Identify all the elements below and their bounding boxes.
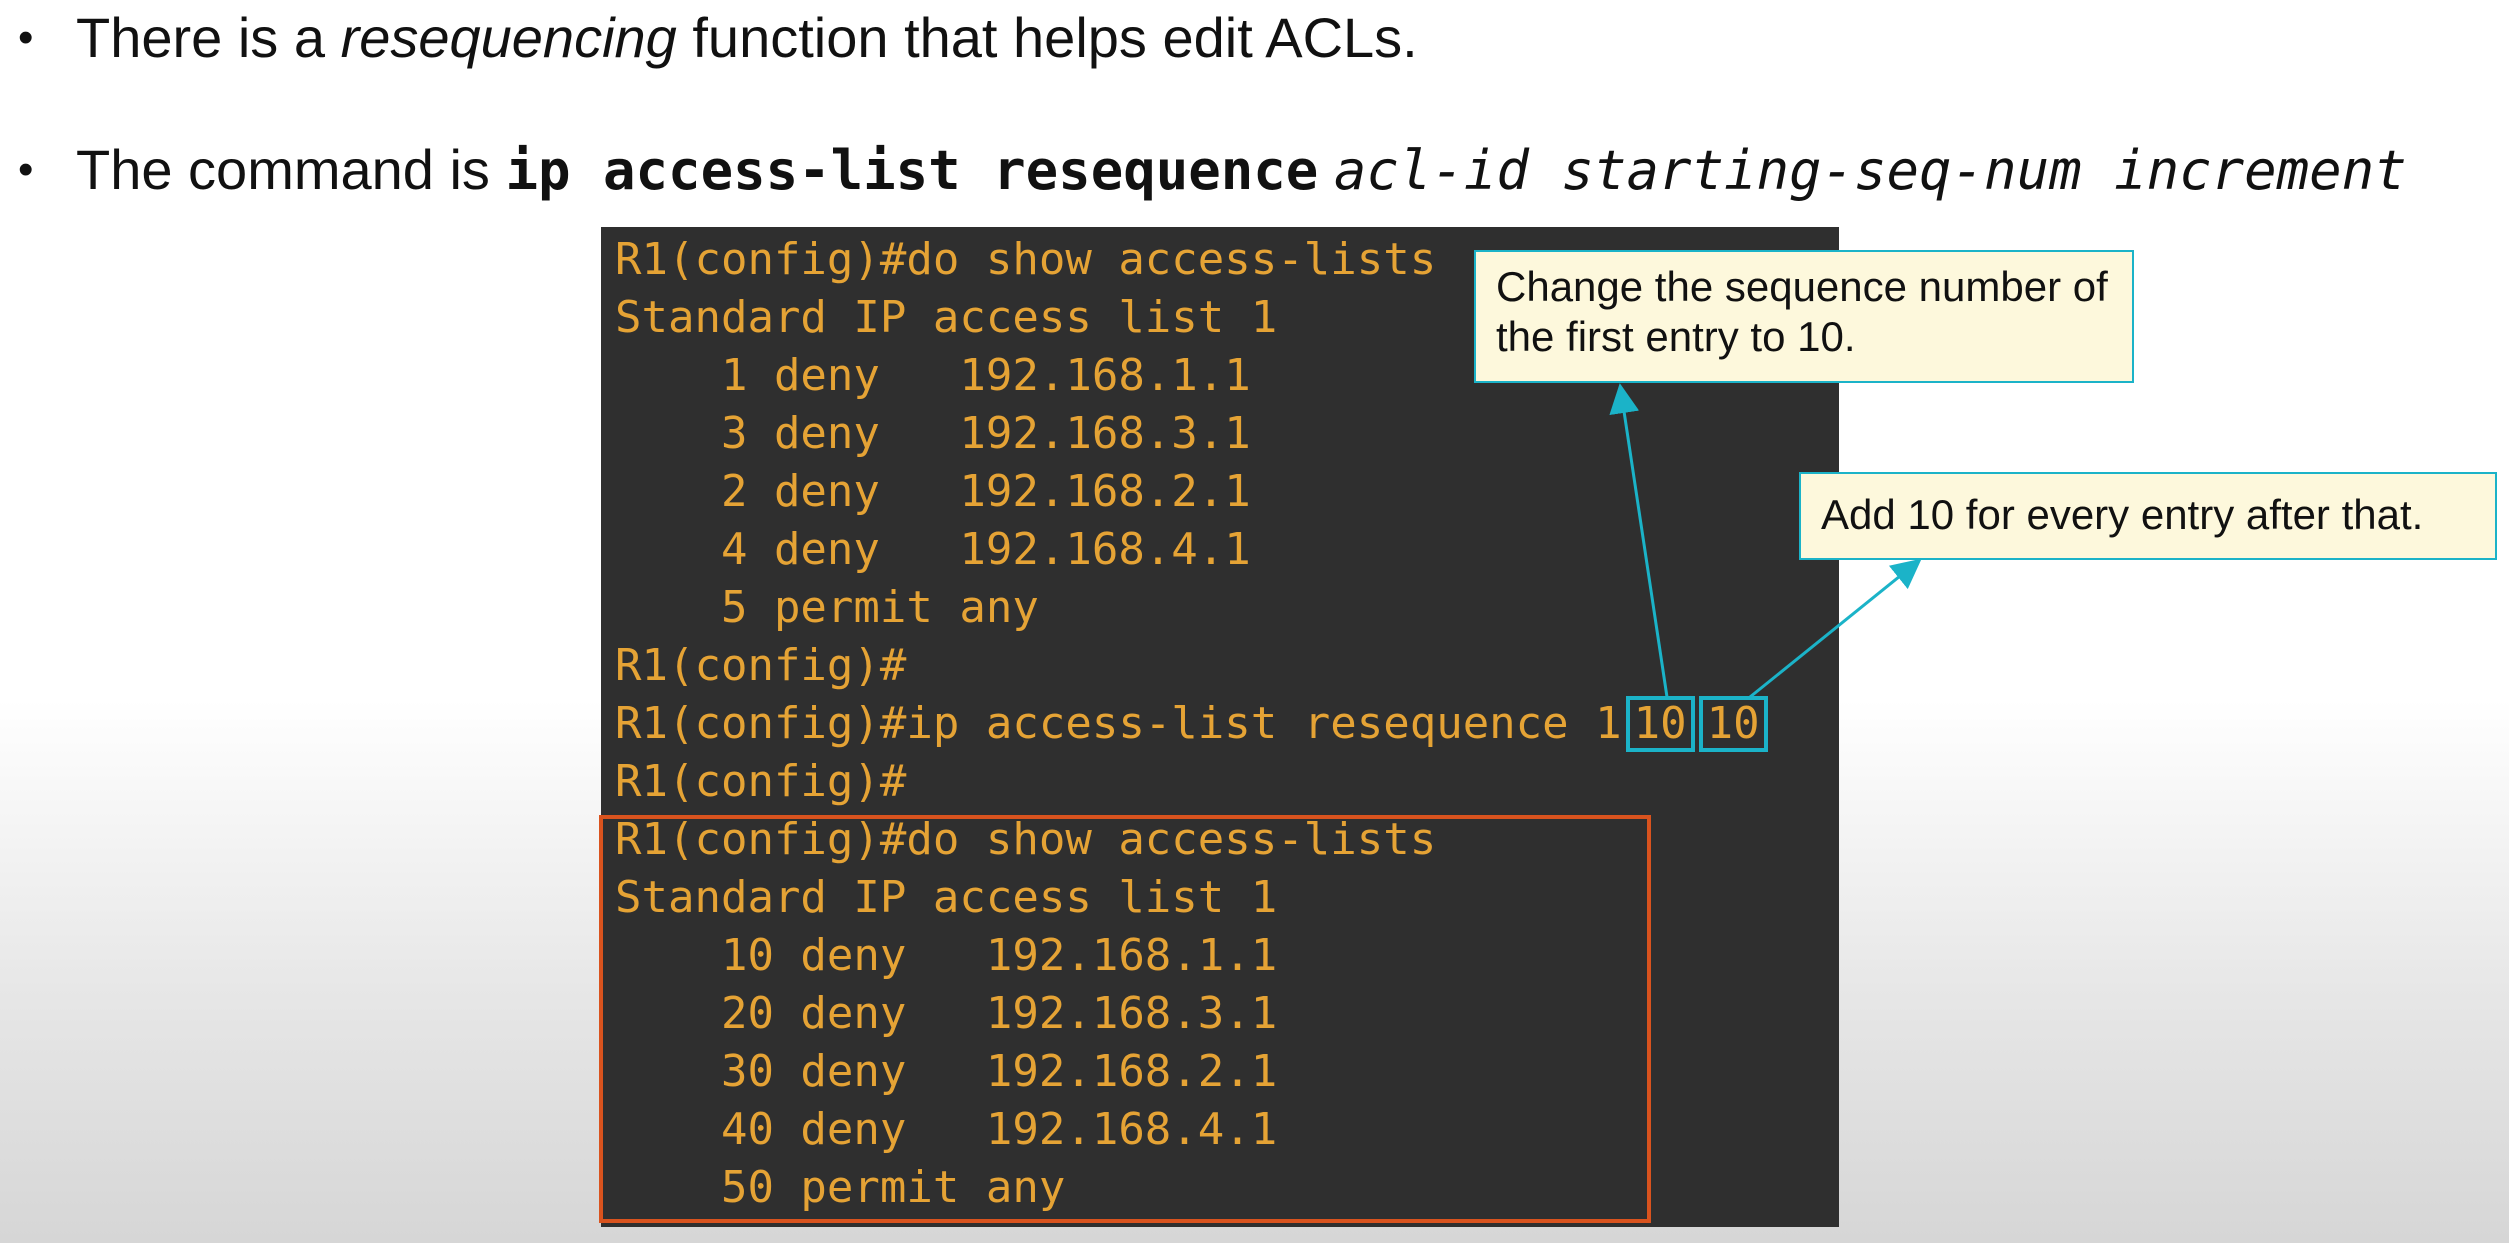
callout-arrows (1609, 383, 1922, 699)
starting-seq-arrow (1609, 383, 1669, 698)
increment-arrow (1749, 558, 1922, 699)
